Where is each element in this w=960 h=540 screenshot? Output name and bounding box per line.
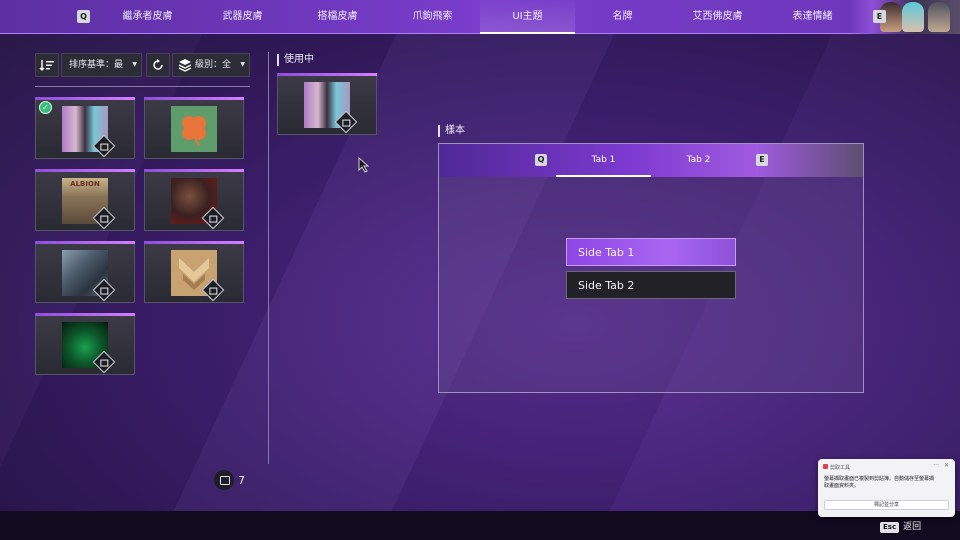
item-count-value: 7	[238, 474, 245, 487]
back-label: 返回	[903, 522, 922, 532]
sample-preview-panel: Q Tab 1 Tab 2 E Side Tab 1 Side Tab 2	[438, 143, 864, 393]
theme-item-soldier[interactable]	[144, 169, 244, 231]
sort-by-label: 排序基準：最	[69, 60, 124, 70]
chevron-down-icon: ▼	[132, 61, 137, 68]
chest-icon	[214, 470, 234, 490]
back-button[interactable]: Esc 返回	[880, 519, 922, 533]
tab-grappling-hook[interactable]: 爪鉤飛索	[385, 0, 480, 34]
toast-title: 剪取工具	[830, 465, 851, 471]
toolbar-divider	[35, 86, 250, 87]
sample-tab-bar: Q Tab 1 Tab 2 E	[439, 144, 863, 177]
sample-tab-1[interactable]: Tab 1	[556, 144, 651, 177]
side-tab-1[interactable]: Side Tab 1	[566, 238, 736, 266]
side-tab-2[interactable]: Side Tab 2	[566, 271, 736, 299]
esc-key: Esc	[880, 522, 900, 533]
albion-title: ALBION	[70, 180, 100, 188]
theme-item-green-dots[interactable]	[35, 313, 135, 375]
close-icon[interactable]: ✕	[944, 462, 949, 469]
markup-share-button[interactable]: 標記並分享	[824, 500, 949, 510]
tab-ui-theme[interactable]: UI主題	[480, 0, 575, 34]
level-filter-dropdown[interactable]: 級別：全 ▼	[172, 53, 250, 77]
layers-icon	[178, 59, 192, 72]
clover-art	[171, 106, 217, 152]
sample-next-key[interactable]: E	[756, 154, 768, 166]
theme-item-clover[interactable]	[144, 97, 244, 159]
theme-item-albion[interactable]: ALBION	[35, 169, 135, 231]
bottom-bar	[0, 511, 960, 540]
tab-aisifo-skins[interactable]: 艾西佛皮膚	[670, 0, 765, 34]
theme-item-heroes[interactable]: ✓	[35, 97, 135, 159]
theme-item-chevron[interactable]	[144, 241, 244, 303]
sort-order-button[interactable]	[35, 53, 59, 77]
theme-item-mech[interactable]	[35, 241, 135, 303]
tab-nameplates[interactable]: 名牌	[575, 0, 670, 34]
sort-icon	[39, 60, 54, 71]
sample-label: 樣本	[438, 125, 465, 137]
sample-tab-2[interactable]: Tab 2	[651, 144, 746, 177]
theme-banner-art	[850, 0, 960, 34]
sort-by-dropdown[interactable]: 排序基準：最 ▼	[61, 53, 142, 77]
snipping-tool-icon	[823, 464, 828, 469]
in-use-item	[277, 73, 377, 135]
clover-icon	[182, 116, 206, 147]
snipping-toast[interactable]: 剪取工具 ··· ✕ 螢幕擷取畫面已複製到剪貼簿。自動儲存至螢幕擷取畫面資料夾。…	[818, 459, 955, 517]
prev-tab-key[interactable]: Q	[77, 10, 90, 23]
tab-inheritor-skins[interactable]: 繼承者皮膚	[100, 0, 195, 34]
toast-message: 螢幕擷取畫面已複製到剪貼簿。自動儲存至螢幕擷取畫面資料夾。	[824, 476, 935, 489]
top-nav: Q 繼承者皮膚 武器皮膚 搭檔皮膚 爪鉤飛索 UI主題 名牌 艾西佛皮膚 表達情…	[0, 0, 960, 34]
sample-prev-key[interactable]: Q	[535, 154, 547, 166]
panel-divider	[268, 52, 269, 464]
equipped-check-icon: ✓	[39, 101, 52, 114]
level-filter-label: 級別：全	[195, 60, 232, 70]
more-icon[interactable]: ···	[933, 462, 939, 469]
chevron-down-icon: ▼	[240, 61, 245, 68]
in-use-label: 使用中	[277, 54, 314, 66]
tab-emotes[interactable]: 表達情緒	[765, 0, 860, 34]
next-tab-key[interactable]: E	[873, 10, 886, 23]
tab-partner-skins[interactable]: 搭檔皮膚	[290, 0, 385, 34]
refresh-button[interactable]	[146, 53, 170, 77]
tab-weapon-skins[interactable]: 武器皮膚	[195, 0, 290, 34]
mouse-cursor-icon	[358, 157, 370, 173]
refresh-icon	[153, 59, 163, 70]
